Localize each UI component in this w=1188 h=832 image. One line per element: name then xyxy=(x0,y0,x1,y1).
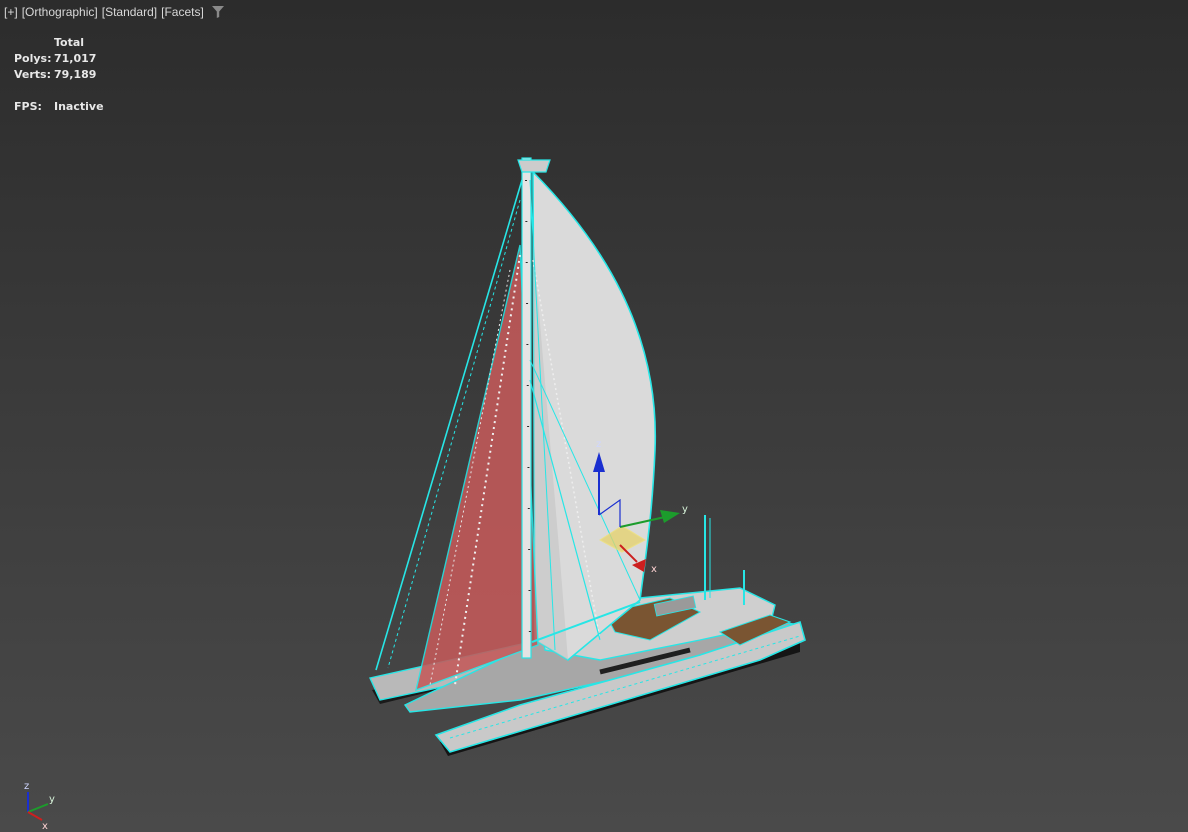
gizmo-y-label: y xyxy=(682,504,688,515)
viewport-perspective[interactable]: [+] [Orthographic] [Standard] [Facets] T… xyxy=(0,0,1188,832)
jib-sail xyxy=(415,244,539,692)
scene-canvas[interactable]: z y x z y x xyxy=(0,0,1188,832)
mast-head xyxy=(517,159,551,173)
mast xyxy=(521,157,532,659)
tripod-z-label: z xyxy=(24,781,29,792)
tripod-x-axis xyxy=(27,811,43,821)
gizmo-y-arrow[interactable] xyxy=(660,510,680,523)
tripod-x-label: x xyxy=(42,821,48,832)
catamaran-model[interactable] xyxy=(369,157,806,756)
tripod-y-axis xyxy=(27,803,49,813)
tripod-y-label: y xyxy=(49,794,55,805)
gizmo-x-label: x xyxy=(651,564,657,575)
gizmo-z-label: z xyxy=(596,439,601,450)
view-axis-tripod-icon: z y x xyxy=(24,781,55,832)
